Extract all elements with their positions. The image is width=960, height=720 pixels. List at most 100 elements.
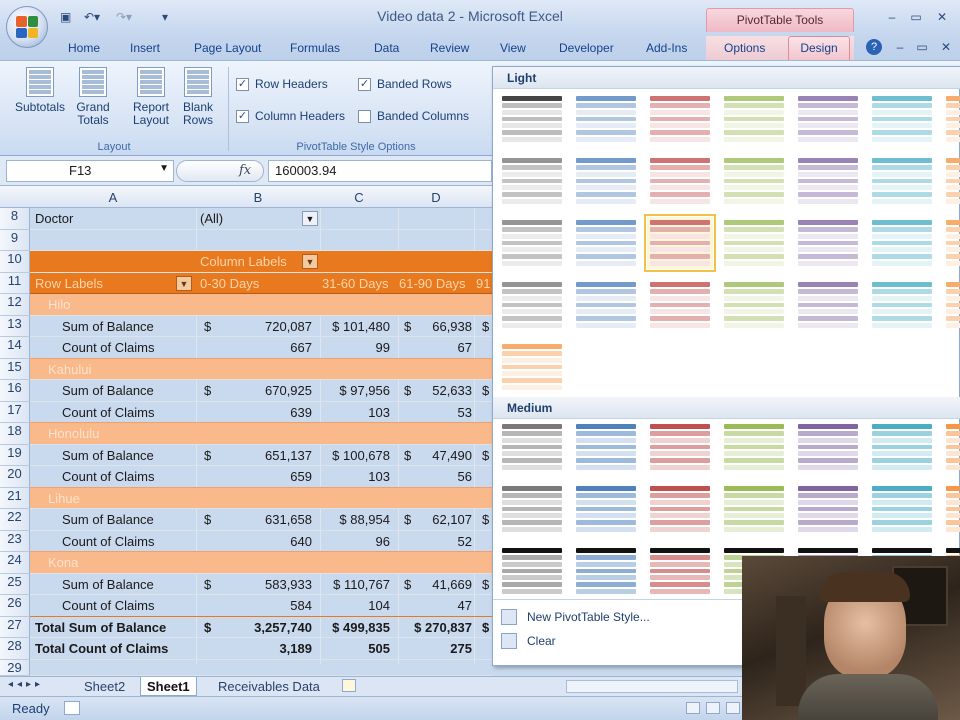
minimize-icon[interactable]: –	[884, 10, 900, 24]
row-header[interactable]: 8	[0, 208, 30, 230]
value-cell[interactable]: 275	[414, 641, 472, 656]
pivot-style-thumbnail[interactable]	[573, 421, 639, 473]
macro-record-icon[interactable]	[64, 701, 80, 715]
value-cell[interactable]: 47,490	[414, 448, 472, 463]
pivot-style-thumbnail[interactable]	[573, 279, 639, 331]
value-cell[interactable]: 66,938	[414, 319, 472, 334]
pivot-style-thumbnail[interactable]	[573, 155, 639, 207]
grand-totals-button[interactable]: Grand Totals	[68, 67, 118, 127]
group-label[interactable]: Lihue	[48, 491, 80, 506]
sheet-tab-active[interactable]: Sheet1	[140, 677, 197, 696]
restore-icon[interactable]: ▭	[908, 10, 924, 24]
pivot-style-thumbnail[interactable]	[943, 279, 960, 331]
value-cell[interactable]: 103	[320, 469, 390, 484]
value-cell[interactable]: 3,257,740	[226, 620, 312, 635]
row-header[interactable]: 13	[0, 315, 30, 337]
value-cell[interactable]: 720,087	[226, 319, 312, 334]
row-header[interactable]: 14	[0, 337, 30, 359]
horizontal-scrollbar[interactable]	[566, 680, 738, 693]
pivot-style-thumbnail[interactable]	[499, 217, 565, 269]
row-header[interactable]: 28	[0, 638, 30, 660]
pivot-style-thumbnail[interactable]	[647, 155, 713, 207]
pivot-style-thumbnail[interactable]	[721, 421, 787, 473]
value-cell[interactable]: 103	[320, 405, 390, 420]
workbook-restore-icon[interactable]: ▭	[914, 40, 930, 54]
value-cell[interactable]: 640	[226, 534, 312, 549]
tab-add-ins[interactable]: Add-Ins	[646, 41, 687, 55]
value-cell[interactable]: 505	[320, 641, 390, 656]
tab-review[interactable]: Review	[430, 41, 469, 55]
name-box-dropdown-icon[interactable]: ▼	[159, 163, 169, 174]
column-header-a[interactable]: A	[30, 190, 196, 205]
value-cell[interactable]: 67	[414, 340, 472, 355]
sheet-nav-arrows-icon[interactable]: ◂◂▸▸	[8, 679, 44, 690]
row-header[interactable]: 23	[0, 530, 30, 552]
row-header[interactable]: 24	[0, 552, 30, 574]
row-header[interactable]: 12	[0, 294, 30, 316]
pivot-style-thumbnail[interactable]	[499, 341, 565, 393]
pivot-style-thumbnail[interactable]	[943, 93, 960, 145]
value-cell[interactable]: $ 110,767	[320, 577, 390, 592]
pivot-style-thumbnail[interactable]	[721, 217, 787, 269]
pivot-style-thumbnail[interactable]	[499, 421, 565, 473]
help-icon[interactable]: ?	[866, 39, 882, 55]
column-header-c[interactable]: C	[320, 190, 398, 205]
pivot-style-thumbnail[interactable]	[721, 279, 787, 331]
pivot-style-thumbnail[interactable]	[869, 217, 935, 269]
row-header[interactable]: 20	[0, 466, 30, 488]
pivot-style-thumbnail[interactable]	[943, 483, 960, 535]
pivot-style-thumbnail[interactable]	[795, 155, 861, 207]
value-cell[interactable]: 3,189	[226, 641, 312, 656]
value-cell[interactable]: 52	[414, 534, 472, 549]
value-cell[interactable]: 96	[320, 534, 390, 549]
pivot-style-thumbnail[interactable]	[573, 217, 639, 269]
redo-icon[interactable]: ↷▾	[116, 10, 150, 26]
pivot-style-thumbnail[interactable]	[795, 279, 861, 331]
pivot-style-thumbnail[interactable]	[647, 483, 713, 535]
column-headers-checkbox[interactable]: ✓ Column Headers	[236, 109, 345, 123]
value-cell[interactable]: $ 499,835	[320, 620, 390, 635]
pivot-style-thumbnail[interactable]	[943, 421, 960, 473]
value-cell[interactable]: $ 100,678	[320, 448, 390, 463]
pivot-style-thumbnail[interactable]	[869, 93, 935, 145]
banded-rows-checkbox[interactable]: ✓ Banded Rows	[358, 77, 452, 91]
pivot-style-thumbnail[interactable]	[795, 483, 861, 535]
tab-home[interactable]: Home	[68, 41, 100, 55]
value-cell[interactable]: 41,669	[414, 577, 472, 592]
group-label[interactable]: Honolulu	[48, 426, 99, 441]
office-button[interactable]	[6, 6, 48, 48]
page-break-view-icon[interactable]	[726, 702, 740, 714]
value-cell[interactable]: 631,658	[226, 512, 312, 527]
report-layout-button[interactable]: Report Layout	[124, 67, 178, 127]
value-cell[interactable]: 47	[414, 598, 472, 613]
row-header[interactable]: 22	[0, 509, 30, 531]
pivot-style-thumbnail[interactable]	[721, 483, 787, 535]
sheet-tab[interactable]: Sheet2	[84, 679, 125, 694]
pivot-style-thumbnail[interactable]	[644, 214, 716, 272]
customize-qat-icon[interactable]: ▾	[162, 10, 174, 26]
pivot-style-thumbnail[interactable]	[499, 545, 565, 597]
pivot-style-thumbnail[interactable]	[795, 421, 861, 473]
workbook-minimize-icon[interactable]: –	[892, 40, 908, 54]
pivot-style-thumbnail[interactable]	[647, 545, 713, 597]
pivot-style-thumbnail[interactable]	[573, 483, 639, 535]
value-cell[interactable]: 670,925	[226, 383, 312, 398]
subtotals-button[interactable]: Subtotals	[10, 67, 70, 114]
value-cell[interactable]: 639	[226, 405, 312, 420]
value-cell[interactable]: 583,933	[226, 577, 312, 592]
row-labels-dropdown-icon[interactable]: ▼	[176, 275, 192, 291]
insert-function-icon[interactable]: fx	[239, 163, 251, 178]
pivot-style-thumbnail[interactable]	[647, 279, 713, 331]
tab-design[interactable]: Design	[788, 36, 850, 61]
value-cell[interactable]: 584	[226, 598, 312, 613]
row-header[interactable]: 17	[0, 401, 30, 423]
group-label[interactable]: Hilo	[48, 297, 70, 312]
value-cell[interactable]: 62,107	[414, 512, 472, 527]
clear-style-item[interactable]: Clear	[501, 633, 556, 649]
name-box[interactable]: F13 ▼	[6, 160, 174, 182]
undo-icon[interactable]: ↶▾	[84, 10, 108, 26]
value-cell[interactable]: 659	[226, 469, 312, 484]
pivot-style-thumbnail[interactable]	[795, 93, 861, 145]
blank-rows-button[interactable]: Blank Rows	[176, 67, 220, 127]
row-header[interactable]: 18	[0, 423, 30, 445]
